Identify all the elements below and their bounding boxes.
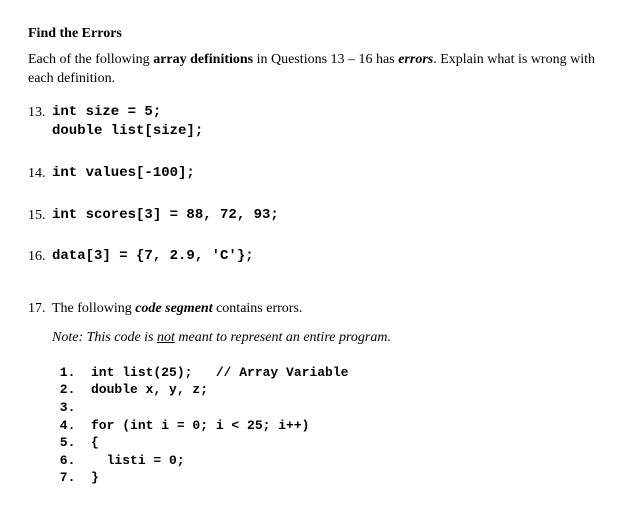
q17-note-underline: not <box>157 330 175 345</box>
q17-text-1: The following <box>52 301 135 316</box>
q13-code-line2: double list[size]; <box>52 122 203 142</box>
q17-bold-code-segment: code segment <box>135 301 212 316</box>
q17-number: 17. <box>28 299 52 319</box>
question-17: 17. The following code segment contains … <box>28 299 600 487</box>
question-15: 15. int scores[3] = 88, 72, 93; <box>28 206 600 226</box>
q15-number: 15. <box>28 206 52 226</box>
intro-bold-array-definitions: array definitions <box>153 52 253 67</box>
q14-code-line1: int values[-100]; <box>52 164 195 184</box>
question-14: 14. int values[-100]; <box>28 164 600 184</box>
q16-number: 16. <box>28 247 52 267</box>
question-16: 16. data[3] = {7, 2.9, 'C'}; <box>28 247 600 267</box>
intro-text-1: Each of the following <box>28 52 153 67</box>
q17-code-listing: 1. int list(25); // Array Variable 2. do… <box>52 364 600 487</box>
q17-text-2: contains errors. <box>213 301 303 316</box>
q17-note: Note: This code is not meant to represen… <box>52 328 600 348</box>
question-13: 13. int size = 5; double list[size]; <box>28 103 600 142</box>
intro-bold-errors: errors <box>398 52 433 67</box>
q17-note-t2: meant to represent an entire program. <box>175 330 391 345</box>
q15-code-line1: int scores[3] = 88, 72, 93; <box>52 206 279 226</box>
intro-paragraph: Each of the following array definitions … <box>28 50 600 89</box>
q13-number: 13. <box>28 103 52 123</box>
intro-text-2: in Questions 13 – 16 has <box>253 52 398 67</box>
q17-note-t1: Note: This code is <box>52 330 157 345</box>
q16-code-line1: data[3] = {7, 2.9, 'C'}; <box>52 247 254 267</box>
q14-number: 14. <box>28 164 52 184</box>
q17-intro-text: The following code segment contains erro… <box>52 299 302 319</box>
q13-code-line1: int size = 5; <box>52 103 161 123</box>
section-heading: Find the Errors <box>28 24 600 44</box>
